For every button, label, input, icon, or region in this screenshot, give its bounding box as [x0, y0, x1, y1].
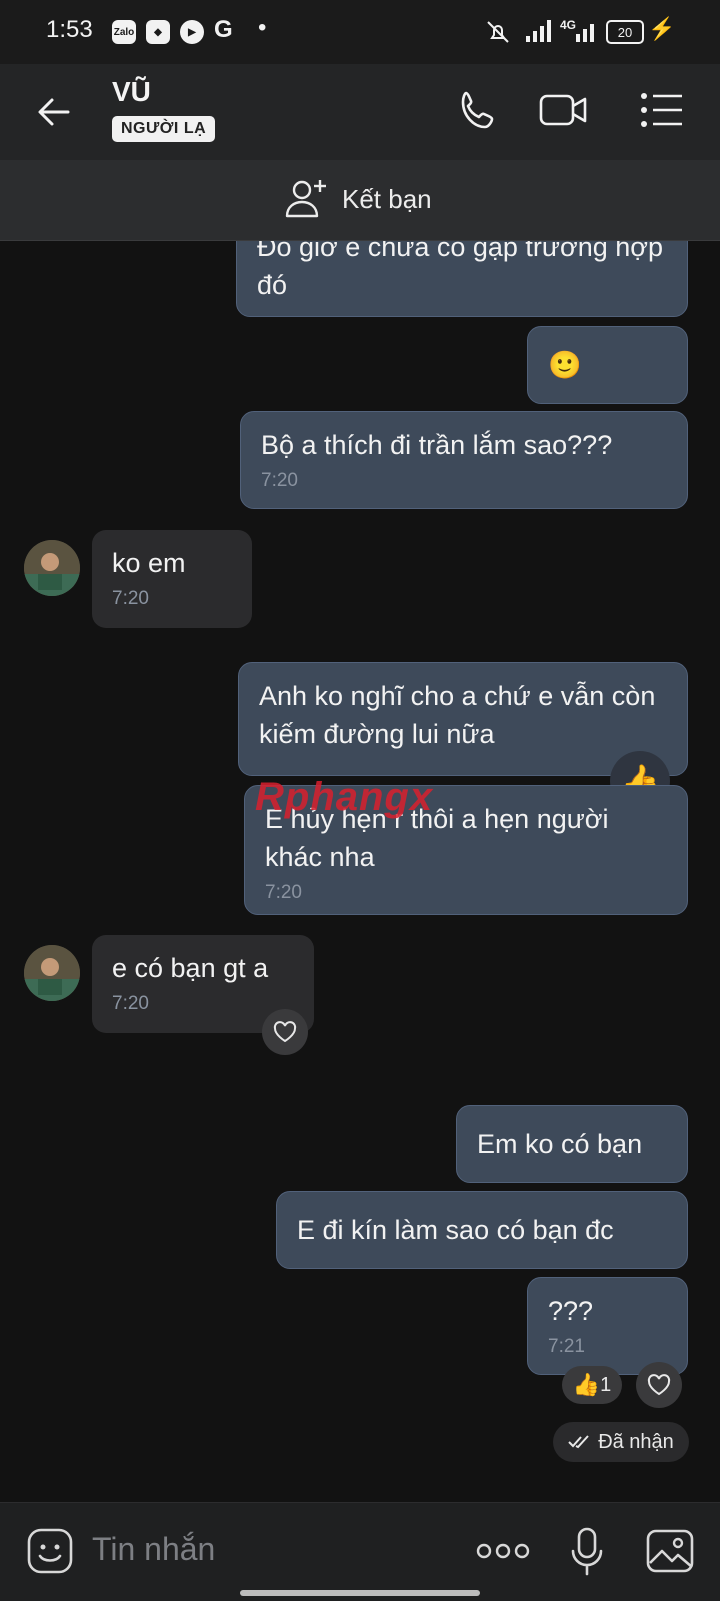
chat-area[interactable]: Đó giờ e chưa có gặp trường hợp đó 🙂 Bộ … — [0, 241, 720, 1501]
avatar-photo — [24, 945, 80, 1001]
message-bubble-incoming[interactable]: ko em 7:20 — [92, 530, 252, 628]
notification-dot-icon: • — [258, 14, 267, 41]
message-time: 7:20 — [265, 882, 302, 903]
home-indicator[interactable] — [240, 1590, 480, 1596]
message-text: Đó giờ e chưa có gặp trường hợp đó — [257, 241, 663, 300]
heart-icon — [647, 1374, 671, 1396]
add-friend-bar[interactable]: Kết bạn — [0, 160, 720, 241]
thumbs-up-icon: 👍 — [572, 1372, 601, 1397]
signal-icon-2 — [576, 24, 594, 42]
status-bar: 1:53 Zalo ◆ ▶ G • 4G 20 ⚡ — [0, 0, 720, 64]
avatar[interactable] — [24, 945, 80, 1001]
watermark: Rphangx — [255, 775, 434, 819]
battery-level: 20 — [617, 24, 633, 40]
google-icon: G — [214, 16, 233, 43]
charging-icon: ⚡ — [648, 16, 676, 41]
avatar[interactable] — [24, 540, 80, 596]
message-bubble-outgoing[interactable]: 🙂 — [527, 326, 688, 404]
message-time: 7:21 — [548, 1336, 585, 1357]
battery-icon: 20 — [606, 20, 644, 44]
message-text: ??? — [548, 1296, 594, 1326]
message-text: 🙂 — [548, 350, 582, 380]
phone-icon[interactable] — [456, 88, 502, 134]
message-time: 7:20 — [112, 993, 149, 1014]
message-bubble-outgoing[interactable]: E đi kín làm sao có bạn đc — [276, 1191, 688, 1269]
avatar-photo — [24, 540, 80, 596]
stranger-badge: NGƯỜI LẠ — [112, 116, 216, 142]
message-text: e có bạn gt a — [112, 953, 269, 983]
add-friend-icon — [285, 180, 326, 218]
double-check-icon — [568, 1435, 589, 1449]
message-input[interactable]: Tin nhắn — [92, 1531, 215, 1568]
image-gallery-icon[interactable] — [646, 1529, 694, 1573]
reaction-count: 1 — [600, 1373, 612, 1396]
status-time: 1:53 — [46, 16, 93, 43]
message-text: E đi kín làm sao có bạn đc — [297, 1215, 614, 1245]
message-bubble-outgoing[interactable]: Em ko có bạn — [456, 1105, 688, 1183]
message-text: Em ko có bạn — [477, 1129, 643, 1159]
message-text: Anh ko nghĩ cho a chứ e vẫn còn kiếm đườ… — [259, 681, 656, 749]
add-friend-label: Kết bạn — [342, 184, 432, 214]
menu-list-icon[interactable] — [640, 92, 684, 128]
message-text: Bộ a thích đi trần lắm sao??? — [261, 430, 613, 460]
mute-icon — [487, 21, 509, 43]
game-icon: ◆ — [146, 20, 170, 44]
message-bubble-outgoing[interactable]: Đó giờ e chưa có gặp trường hợp đó — [236, 241, 688, 317]
delivery-status: Đã nhận — [553, 1422, 689, 1462]
message-time: 7:20 — [261, 470, 298, 491]
react-heart-button[interactable] — [636, 1362, 682, 1408]
more-options-icon[interactable] — [476, 1543, 530, 1559]
message-bubble-outgoing[interactable]: ??? 7:21 — [527, 1277, 688, 1375]
heart-icon — [273, 1021, 297, 1043]
youtube-icon: ▶ — [180, 20, 204, 44]
zalo-icon: Zalo — [112, 20, 136, 44]
message-composer: Tin nhắn — [0, 1502, 720, 1601]
reaction-summary[interactable]: 👍 1 — [562, 1366, 622, 1404]
signal-icon — [526, 20, 551, 42]
microphone-icon[interactable] — [570, 1527, 604, 1577]
video-call-icon[interactable] — [538, 90, 590, 130]
message-text: ko em — [112, 548, 186, 578]
message-bubble-outgoing[interactable]: Bộ a thích đi trần lắm sao??? 7:20 — [240, 411, 688, 509]
react-heart-button[interactable] — [262, 1009, 308, 1055]
contact-name[interactable]: VŨ — [112, 76, 151, 108]
sticker-icon[interactable] — [26, 1527, 74, 1575]
delivery-status-text: Đã nhận — [598, 1430, 674, 1453]
chat-header: VŨ NGƯỜI LẠ — [0, 64, 720, 160]
back-arrow-icon[interactable] — [34, 92, 74, 132]
message-time: 7:20 — [112, 588, 149, 609]
